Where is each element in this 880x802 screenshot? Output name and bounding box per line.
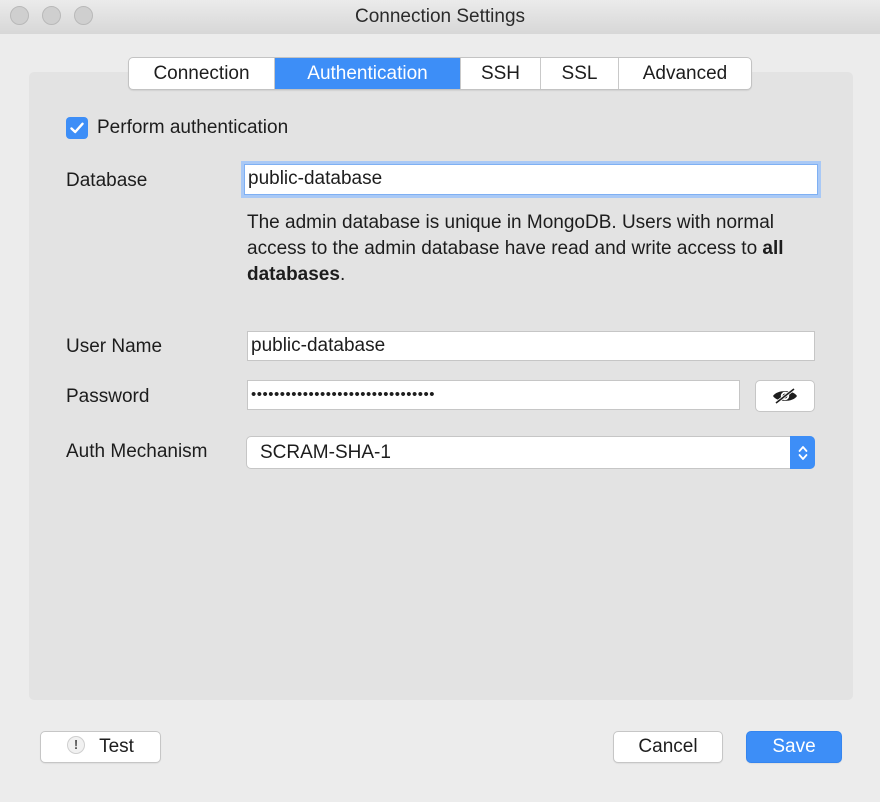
auth-mechanism-select[interactable]: SCRAM-SHA-1 — [246, 436, 815, 469]
password-label: Password — [66, 386, 150, 407]
perform-authentication-label[interactable]: Perform authentication — [97, 117, 288, 139]
auth-mechanism-value: SCRAM-SHA-1 — [260, 442, 391, 463]
save-button[interactable]: Save — [746, 731, 842, 763]
test-button[interactable]: ! Test — [40, 731, 161, 763]
perform-authentication-row: Perform authentication — [66, 116, 288, 140]
database-label: Database — [66, 170, 148, 191]
database-help-text: The admin database is unique in MongoDB.… — [247, 210, 822, 288]
test-button-label: Test — [99, 736, 134, 757]
help-text-suffix: . — [339, 264, 346, 285]
help-text-prefix: The admin database is unique in MongoDB.… — [247, 212, 774, 259]
database-input[interactable]: public-database — [244, 164, 818, 195]
username-input[interactable]: public-database — [247, 331, 815, 361]
chevron-up-down-icon — [798, 445, 807, 460]
tab-authentication[interactable]: Authentication — [275, 58, 461, 89]
password-input[interactable]: •••••••••••••••••••••••••••••••• — [247, 380, 740, 410]
tab-ssl[interactable]: SSL — [541, 58, 619, 89]
auth-mechanism-label: Auth Mechanism — [66, 441, 208, 462]
title-bar: Connection Settings — [0, 0, 880, 34]
toggle-password-visibility-button[interactable] — [755, 380, 815, 412]
tab-advanced[interactable]: Advanced — [619, 58, 751, 89]
cancel-button[interactable]: Cancel — [613, 731, 723, 763]
eye-slash-icon — [773, 387, 797, 405]
window-title: Connection Settings — [354, 6, 526, 27]
tab-bar: Connection Authentication SSH SSL Advanc… — [128, 57, 752, 90]
perform-authentication-checkbox[interactable] — [66, 117, 88, 139]
username-label: User Name — [66, 336, 163, 357]
checkmark-icon — [70, 122, 84, 134]
tab-connection[interactable]: Connection — [129, 58, 275, 89]
warning-icon: ! — [67, 736, 86, 755]
select-stepper[interactable] — [790, 436, 815, 469]
tab-ssh[interactable]: SSH — [461, 58, 541, 89]
